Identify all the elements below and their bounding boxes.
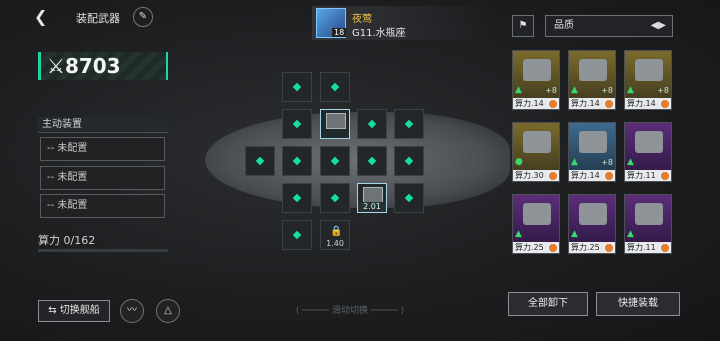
- pilot-level: 18: [332, 28, 347, 37]
- triangle-icon[interactable]: △: [156, 299, 180, 323]
- equipped-module: [363, 187, 383, 203]
- power-score: ⚔8703: [38, 52, 168, 80]
- grid-cell-equipped[interactable]: [320, 109, 350, 139]
- compute-bar: [38, 249, 168, 252]
- upgrade-arrow-icon: ▲: [571, 157, 578, 167]
- badge-icon: [605, 100, 613, 108]
- pilot-team: G11.水瓶座: [352, 28, 406, 39]
- equipment-card[interactable]: ▲ +8 算力.14: [512, 50, 560, 110]
- upgrade-arrow-icon: ●: [515, 157, 523, 167]
- weapon-image: [523, 131, 551, 153]
- upgrade-arrow-icon: ▲: [571, 229, 578, 239]
- grid-cell[interactable]: [394, 183, 424, 213]
- equipment-screen: ❮ 装配武器 ✎ 18 夜莺 G11.水瓶座 ⚔8703 主动装置 -- 未配置…: [0, 0, 720, 341]
- grid-cell[interactable]: [320, 72, 350, 102]
- grid-cell-equipped[interactable]: 2.01: [357, 183, 387, 213]
- upgrade-arrow-icon: ▲: [627, 229, 634, 239]
- equipment-slot-3[interactable]: -- 未配置: [40, 194, 165, 218]
- grid-cell[interactable]: [245, 146, 275, 176]
- equipment-card[interactable]: ▲ +8 算力.14: [568, 50, 616, 110]
- grid-cell[interactable]: [394, 109, 424, 139]
- equipment-card[interactable]: ▲ 算力.11: [624, 194, 672, 254]
- quick-equip-button[interactable]: 快捷装载: [596, 292, 680, 316]
- compute-stat: 算力 0/162: [38, 234, 96, 247]
- switch-ship-button[interactable]: ⇆ 切换舰船: [38, 300, 110, 322]
- badge-icon: [549, 244, 557, 252]
- grid-cell[interactable]: [282, 146, 312, 176]
- grid-cell[interactable]: [282, 72, 312, 102]
- weapon-image: [635, 59, 663, 81]
- upgrade-arrow-icon: ▲: [627, 85, 634, 95]
- equipment-card[interactable]: ▲ +8 算力.14: [568, 122, 616, 182]
- grid-cell[interactable]: [357, 146, 387, 176]
- weapon-image: [523, 203, 551, 225]
- badge-icon: [661, 244, 669, 252]
- weapon-image: [579, 59, 607, 81]
- equipment-slot-1[interactable]: -- 未配置: [40, 137, 165, 161]
- equipped-module: [326, 113, 346, 129]
- badge-icon: [661, 172, 669, 180]
- badge-icon: [605, 244, 613, 252]
- grid-cell[interactable]: [282, 220, 312, 250]
- grid-cell[interactable]: [320, 183, 350, 213]
- lock-icon: 🔒: [330, 226, 343, 237]
- equipment-slot-2[interactable]: -- 未配置: [40, 166, 165, 190]
- grid-cell[interactable]: [320, 146, 350, 176]
- back-button[interactable]: ❮: [34, 8, 56, 26]
- grid-cell-locked[interactable]: 🔒 1.40: [320, 220, 350, 250]
- weapon-image: [635, 131, 663, 153]
- page-title: 装配武器: [76, 12, 120, 25]
- upgrade-arrow-icon: ▲: [515, 85, 522, 95]
- unequip-all-button[interactable]: 全部卸下: [508, 292, 588, 316]
- grid-cell[interactable]: [394, 146, 424, 176]
- badge-icon: [549, 172, 557, 180]
- equipment-card[interactable]: ▲ +8 算力.14: [624, 50, 672, 110]
- main-equipment-title: 主动装置: [38, 117, 168, 133]
- upgrade-arrow-icon: ▲: [627, 157, 634, 167]
- weapon-image: [579, 131, 607, 153]
- grid-cell[interactable]: [282, 109, 312, 139]
- equipment-card[interactable]: ● 算力.30: [512, 122, 560, 182]
- module-value: 2.01: [358, 202, 386, 212]
- pilot-name: 夜莺: [352, 14, 372, 25]
- sort-icon: ◀▶: [650, 20, 666, 31]
- weapon-image: [579, 203, 607, 225]
- wave-icon[interactable]: 〰: [120, 299, 144, 323]
- filter-button[interactable]: ⚑: [512, 15, 534, 37]
- upgrade-arrow-icon: ▲: [515, 229, 522, 239]
- quality-sort[interactable]: 品质 ◀▶: [545, 15, 673, 37]
- weapon-image: [523, 59, 551, 81]
- grid-cell[interactable]: [357, 109, 387, 139]
- equipment-card[interactable]: ▲ 算力.25: [568, 194, 616, 254]
- crossed-swords-icon: ⚔: [47, 54, 65, 78]
- unlock-value: 1.40: [326, 239, 344, 248]
- badge-icon: [605, 172, 613, 180]
- upgrade-arrow-icon: ▲: [571, 85, 578, 95]
- power-value: ⚔8703: [47, 54, 121, 78]
- badge-icon: [549, 100, 557, 108]
- weapon-image: [635, 203, 663, 225]
- swipe-hint: ⟨ ───── 滑动切换 ───── ⟩: [295, 306, 405, 316]
- pilot-info[interactable]: 18 夜莺 G11.水瓶座: [312, 6, 492, 40]
- equipment-card[interactable]: ▲ 算力.25: [512, 194, 560, 254]
- equipment-card[interactable]: ▲ 算力.11: [624, 122, 672, 182]
- badge-icon: [661, 100, 669, 108]
- edit-button[interactable]: ✎: [133, 7, 153, 27]
- grid-cell[interactable]: [282, 183, 312, 213]
